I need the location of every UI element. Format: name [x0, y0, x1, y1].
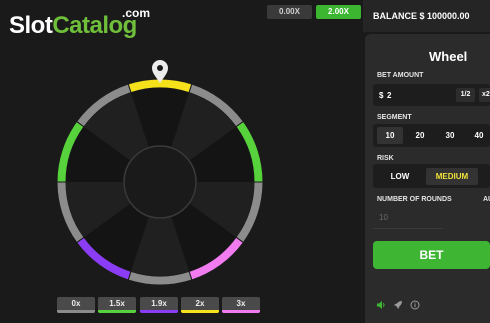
legend-color-bar: [98, 310, 136, 313]
legend-label: 3x: [236, 299, 246, 308]
bet-amount-input[interactable]: 2: [387, 91, 391, 100]
legend-color-bar: [140, 310, 178, 313]
segment-option-30[interactable]: 30: [437, 127, 463, 144]
rounds-label: NUMBER OF ROUNDS: [377, 196, 452, 203]
half-bet-button[interactable]: 1/2: [456, 88, 475, 102]
history-chip: 2.00X: [316, 5, 361, 19]
legend-label: 0x: [71, 299, 81, 308]
rocket-icon[interactable]: [393, 300, 403, 310]
info-icon[interactable]: [410, 300, 420, 310]
legend-color-bar: [181, 310, 219, 313]
history-chip: 0.00X: [267, 5, 312, 19]
game-screen: .com SlotCatalog 0.00X 2.00X 0x 1.5x 1.9…: [0, 0, 490, 323]
legend-color-bar: [222, 310, 260, 313]
balance-text: BALANCE $ 100000.00: [373, 11, 470, 21]
double-bet-button[interactable]: x2: [479, 88, 490, 102]
legend-label: 2x: [195, 299, 205, 308]
panel-title: Wheel: [429, 49, 468, 64]
bet-button[interactable]: BET: [373, 241, 490, 269]
legend-label: 1.9x: [151, 299, 167, 308]
logo-word-2: Catalog: [52, 12, 137, 39]
legend-color-bar: [57, 310, 95, 313]
legend-chip-1-5x: 1.5x: [98, 297, 136, 313]
logo-word-1: Slot: [9, 12, 53, 39]
wheel-hub: [123, 145, 197, 219]
auto-label: AU: [483, 196, 490, 203]
segment-option-40[interactable]: 40: [466, 127, 490, 144]
currency-symbol: $: [379, 91, 384, 100]
legend-chip-1-9x: 1.9x: [140, 297, 178, 313]
legend-chip-3x: 3x: [222, 297, 260, 313]
wheel: [56, 60, 264, 286]
sound-icon[interactable]: [376, 300, 386, 310]
legend-label: 1.5x: [109, 299, 125, 308]
logo-wordmark: SlotCatalog: [9, 12, 137, 40]
legend-chip-2x: 2x: [181, 297, 219, 313]
segment-option-10[interactable]: 10: [377, 127, 403, 144]
risk-option-medium[interactable]: MEDIUM: [426, 168, 478, 185]
legend-chip-0x: 0x: [57, 297, 95, 313]
segment-label: SEGMENT: [377, 114, 412, 121]
divider: [373, 228, 443, 229]
segment-option-20[interactable]: 20: [407, 127, 433, 144]
bet-amount-label: BET AMOUNT: [377, 72, 424, 79]
rounds-input[interactable]: 10: [379, 213, 388, 222]
risk-label: RISK: [377, 155, 394, 162]
risk-option-low[interactable]: LOW: [378, 168, 422, 185]
